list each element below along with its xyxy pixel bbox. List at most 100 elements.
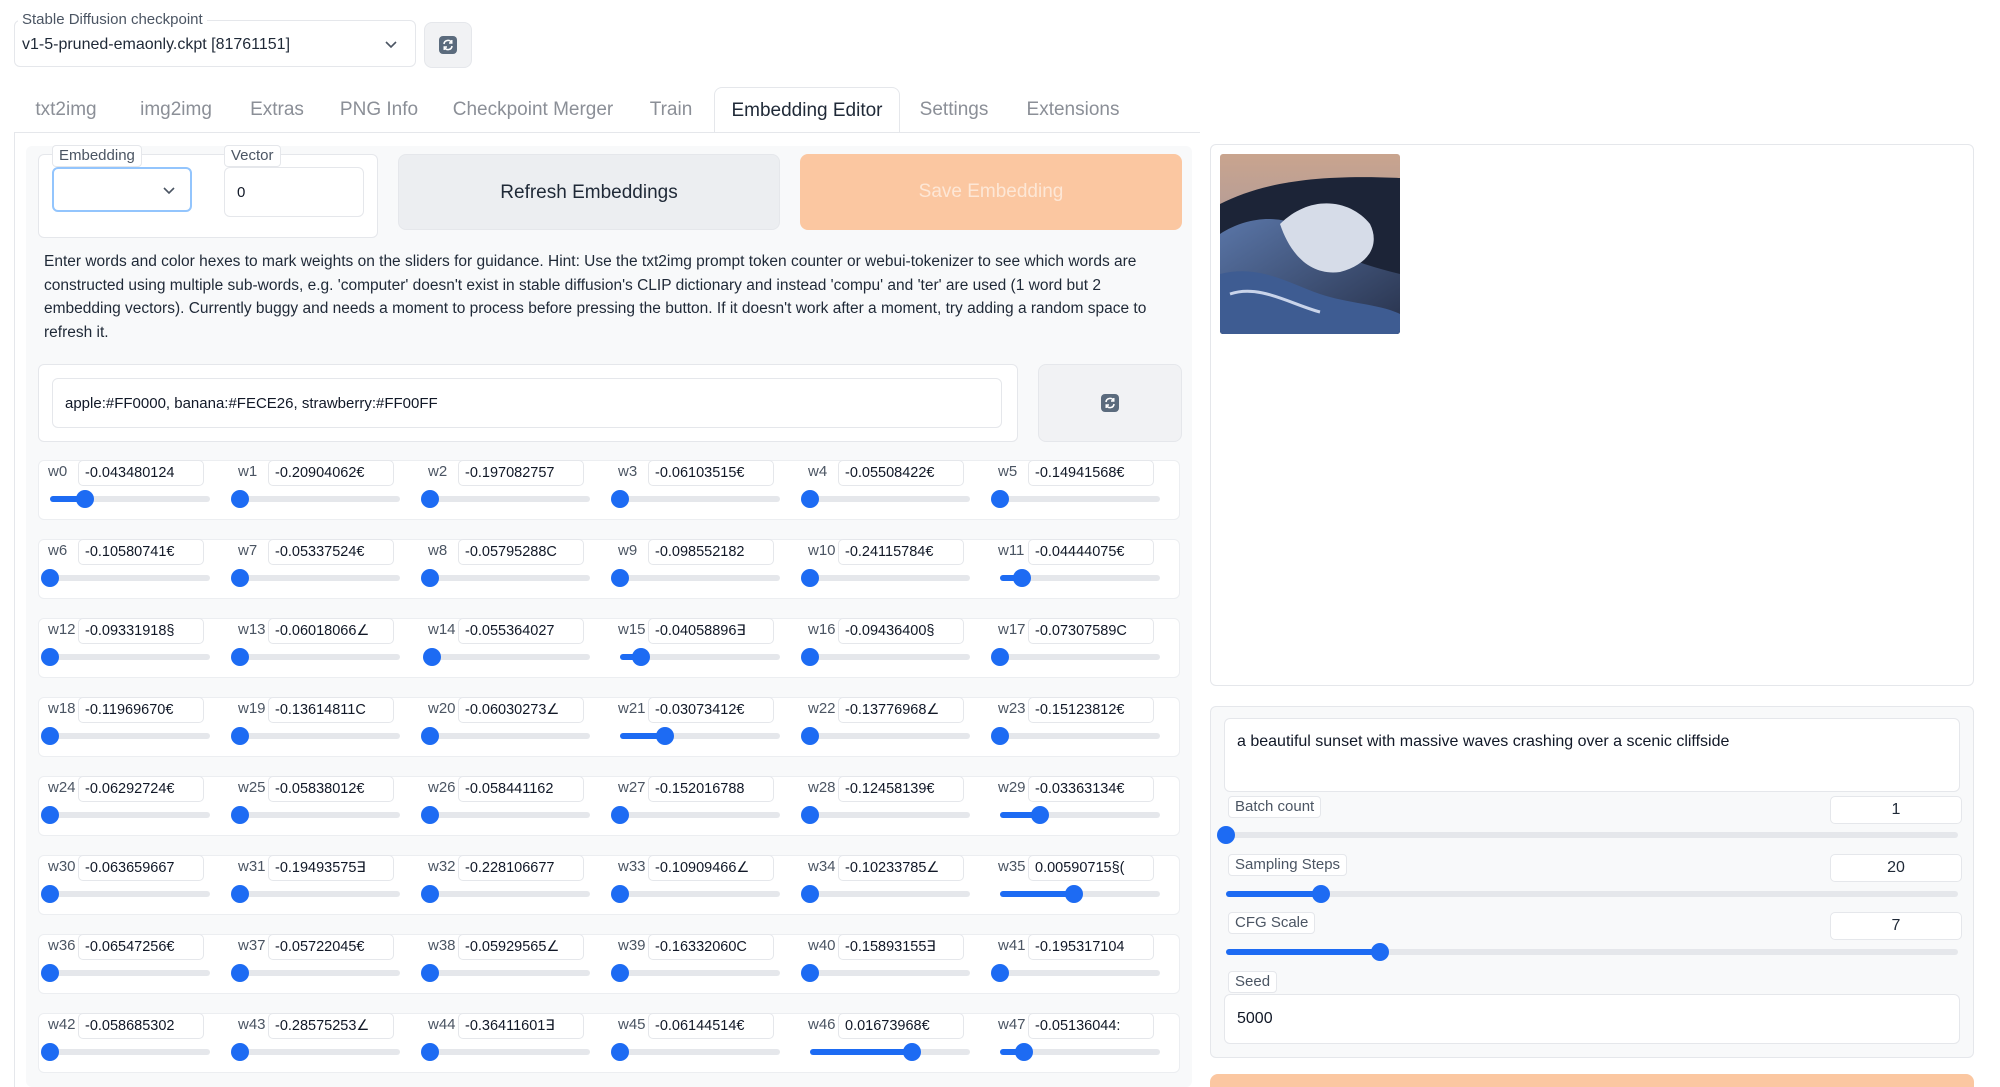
weight-value-input[interactable]: -0.24115784€ — [838, 539, 964, 565]
weight-value-input[interactable]: -0.05508422€ — [838, 460, 964, 486]
cfg-scale-input[interactable]: 7 — [1830, 912, 1962, 940]
slider-thumb[interactable] — [231, 490, 249, 508]
weight-track[interactable] — [50, 490, 210, 508]
slider-thumb[interactable] — [41, 727, 59, 745]
save-embedding-button[interactable]: Save Embedding — [800, 154, 1182, 230]
slider-thumb[interactable] — [991, 490, 1009, 508]
weight-value-input[interactable]: -0.11969670€ — [78, 697, 204, 723]
weight-track[interactable] — [991, 727, 1160, 745]
weight-value-input[interactable]: 0.00590715§( — [1028, 855, 1154, 881]
weight-value-input[interactable]: 0.01673968€ — [838, 1013, 964, 1039]
weight-track[interactable] — [231, 806, 400, 824]
slider-thumb[interactable] — [801, 648, 819, 666]
slider-thumb[interactable] — [801, 569, 819, 587]
weight-value-input[interactable]: -0.12458139€ — [838, 776, 964, 802]
weight-track[interactable] — [421, 569, 590, 587]
weight-value-input[interactable]: -0.058441162 — [458, 776, 584, 802]
tab-extensions[interactable]: Extensions — [1016, 87, 1130, 132]
slider-thumb[interactable] — [41, 885, 59, 903]
slider-thumb[interactable] — [611, 806, 629, 824]
weight-track[interactable] — [421, 490, 590, 508]
generate-button[interactable] — [1210, 1074, 1974, 1087]
weight-value-input[interactable]: -0.09331918§ — [78, 618, 204, 644]
weight-track[interactable] — [801, 885, 970, 903]
slider-thumb[interactable] — [41, 806, 59, 824]
tab-png-info[interactable]: PNG Info — [330, 87, 428, 132]
weight-track[interactable] — [620, 648, 780, 666]
weight-track[interactable] — [810, 1043, 970, 1061]
weight-track[interactable] — [231, 569, 400, 587]
tab-checkpoint-merger[interactable]: Checkpoint Merger — [442, 87, 624, 132]
weight-value-input[interactable]: -0.197082757 — [458, 460, 584, 486]
weight-value-input[interactable]: -0.05929565∠ — [458, 934, 584, 960]
weight-track[interactable] — [620, 727, 780, 745]
slider-thumb[interactable] — [903, 1043, 922, 1061]
weight-track[interactable] — [41, 885, 210, 903]
weight-track[interactable] — [421, 964, 590, 982]
weight-value-input[interactable]: -0.06144514€ — [648, 1013, 774, 1039]
slider-thumb[interactable] — [801, 964, 819, 982]
weight-value-input[interactable]: -0.13776968∠ — [838, 697, 964, 723]
guidance-input[interactable]: apple:#FF0000, banana:#FECE26, strawberr… — [52, 378, 1002, 428]
slider-thumb[interactable] — [801, 490, 819, 508]
weight-value-input[interactable]: -0.228106677 — [458, 855, 584, 881]
slider-thumb[interactable] — [801, 727, 819, 745]
slider-thumb[interactable] — [1015, 1043, 1033, 1061]
slider-thumb[interactable] — [422, 648, 441, 666]
sampling-steps-input[interactable]: 20 — [1830, 854, 1962, 882]
weight-value-input[interactable]: -0.10233785∠ — [838, 855, 964, 881]
slider-thumb[interactable] — [421, 1043, 439, 1061]
weight-value-input[interactable]: -0.05136044: — [1028, 1013, 1154, 1039]
slider-thumb[interactable] — [991, 648, 1009, 666]
weight-value-input[interactable]: -0.03073412€ — [648, 697, 774, 723]
slider-thumb[interactable] — [611, 964, 629, 982]
weight-value-input[interactable]: -0.058685302 — [78, 1013, 204, 1039]
embedding-select[interactable] — [52, 167, 192, 212]
checkpoint-select[interactable]: v1-5-pruned-emaonly.ckpt [81761151] — [22, 32, 402, 58]
weight-track[interactable] — [801, 569, 970, 587]
slider-thumb[interactable] — [421, 569, 439, 587]
weight-track[interactable] — [41, 964, 210, 982]
slider-thumb[interactable] — [611, 1043, 629, 1061]
tab-settings[interactable]: Settings — [908, 87, 1000, 132]
slider-thumb[interactable] — [41, 648, 59, 666]
slider-thumb[interactable] — [76, 490, 95, 508]
weight-track[interactable] — [41, 569, 210, 587]
weight-value-input[interactable]: -0.04444075€ — [1028, 539, 1154, 565]
weight-track[interactable] — [801, 727, 970, 745]
weight-value-input[interactable]: -0.06547256€ — [78, 934, 204, 960]
batch-count-slider[interactable] — [1217, 826, 1958, 844]
weight-value-input[interactable]: -0.36411601∃ — [458, 1013, 584, 1039]
slider-thumb[interactable] — [991, 727, 1009, 745]
weight-value-input[interactable]: -0.063659667 — [78, 855, 204, 881]
weight-value-input[interactable]: -0.06030273∠ — [458, 697, 584, 723]
weight-value-input[interactable]: -0.098552182 — [648, 539, 774, 565]
weight-value-input[interactable]: -0.07307589C — [1028, 618, 1154, 644]
vector-input[interactable]: 0 — [224, 167, 364, 217]
weight-value-input[interactable]: -0.04058896∃ — [648, 618, 774, 644]
weight-track[interactable] — [991, 490, 1160, 508]
weight-track[interactable] — [611, 806, 780, 824]
weight-track[interactable] — [41, 1043, 210, 1061]
weight-value-input[interactable]: -0.05838012€ — [268, 776, 394, 802]
slider-thumb[interactable] — [1031, 806, 1049, 824]
weight-track[interactable] — [41, 727, 210, 745]
refresh-checkpoint-button[interactable] — [424, 22, 472, 68]
slider-thumb[interactable] — [631, 648, 650, 666]
weight-value-input[interactable]: -0.05722045€ — [268, 934, 394, 960]
slider-thumb[interactable] — [611, 569, 629, 587]
weight-track[interactable] — [611, 964, 780, 982]
weight-value-input[interactable]: -0.055364027 — [458, 618, 584, 644]
weight-track[interactable] — [611, 885, 780, 903]
slider-thumb[interactable] — [231, 806, 249, 824]
weight-track[interactable] — [422, 648, 590, 666]
weight-value-input[interactable]: -0.09436400§ — [838, 618, 964, 644]
weight-track[interactable] — [1000, 569, 1160, 587]
weight-value-input[interactable]: -0.03363134€ — [1028, 776, 1154, 802]
weight-value-input[interactable]: -0.05337524€ — [268, 539, 394, 565]
weight-track[interactable] — [41, 806, 210, 824]
slider-thumb[interactable] — [655, 727, 674, 745]
cfg-scale-slider[interactable] — [1226, 943, 1958, 961]
weight-track[interactable] — [231, 885, 400, 903]
tab-extras[interactable]: Extras — [236, 87, 318, 132]
